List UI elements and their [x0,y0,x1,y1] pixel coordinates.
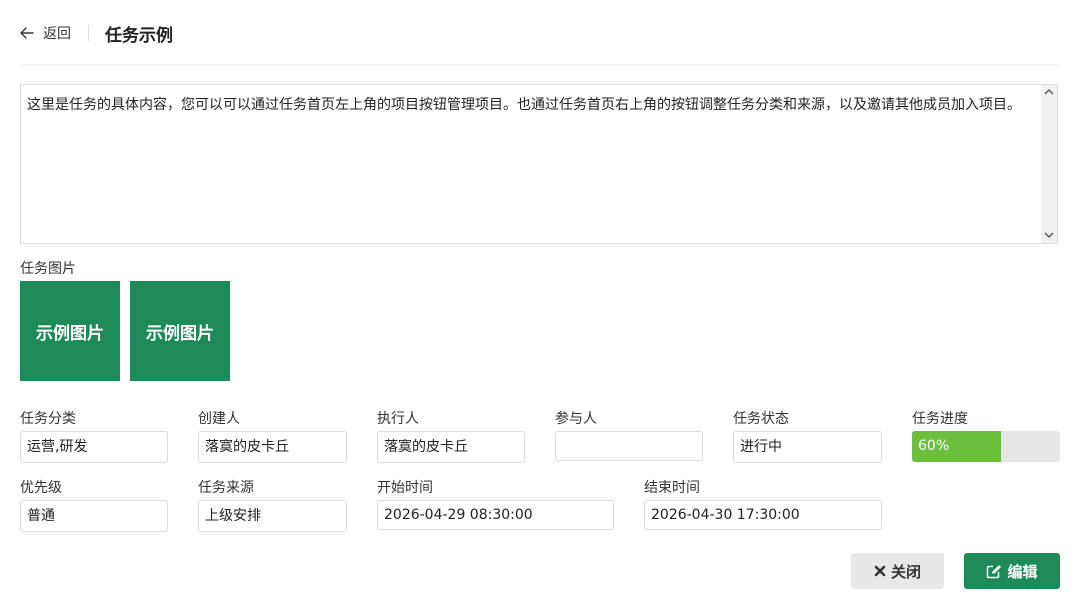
progress-label: 任务进度 [912,411,968,427]
close-button[interactable]: 关闭 [851,553,944,589]
task-content-text: 这里是任务的具体内容，您可以可以通过任务首页左上角的项目按钮管理项目。也通过任务… [27,97,1021,113]
participants-field[interactable] [555,431,703,461]
header-divider [88,25,89,41]
progress-fill: 60% [912,431,1001,462]
edit-label: 编辑 [1007,562,1038,581]
creator-label: 创建人 [198,411,240,427]
task-content-textarea[interactable]: 这里是任务的具体内容，您可以可以通过任务首页左上角的项目按钮管理项目。也通过任务… [20,84,1058,244]
images-label: 任务图片 [20,261,76,277]
category-label: 任务分类 [20,411,76,427]
back-button[interactable]: 返回 [20,23,71,43]
progress-bar: 60% [912,431,1060,462]
task-image[interactable]: 示例图片 [130,281,230,381]
executor-label: 执行人 [377,411,419,427]
priority-field[interactable]: 普通 [20,500,168,532]
participants-label: 参与人 [555,411,597,427]
status-label: 任务状态 [733,411,789,427]
close-label: 关闭 [890,562,921,581]
back-label: 返回 [43,26,71,42]
source-field[interactable]: 上级安排 [198,500,347,532]
end-time-label: 结束时间 [644,480,700,496]
page-title: 任务示例 [105,25,173,46]
status-field[interactable]: 进行中 [733,431,882,463]
start-time-label: 开始时间 [377,480,433,496]
arrow-left-icon [20,27,34,39]
end-time-field[interactable]: 2026-04-30 17:30:00 [644,500,882,530]
start-time-field[interactable]: 2026-04-29 08:30:00 [377,500,614,530]
creator-field[interactable]: 落寞的皮卡丘 [198,431,347,463]
task-image[interactable]: 示例图片 [20,281,120,381]
scroll-down-icon[interactable] [1044,232,1054,238]
edit-icon [986,564,1002,579]
source-label: 任务来源 [198,480,254,496]
scroll-up-icon[interactable] [1044,89,1054,95]
scrollbar[interactable] [1041,85,1057,243]
priority-label: 优先级 [20,480,62,496]
edit-button[interactable]: 编辑 [964,553,1060,589]
x-icon [874,565,886,577]
category-field[interactable]: 运营,研发 [20,431,168,463]
header-separator [20,64,1060,65]
executor-field[interactable]: 落寞的皮卡丘 [377,431,525,463]
header: 返回 任务示例 [20,18,173,48]
task-detail-page: 返回 任务示例 这里是任务的具体内容，您可以可以通过任务首页左上角的项目按钮管理… [0,0,1080,609]
